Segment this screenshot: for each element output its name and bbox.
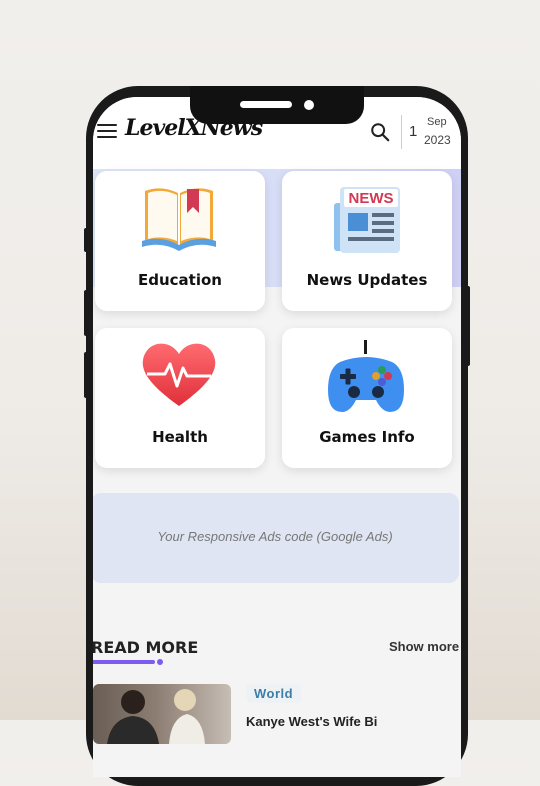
category-card-games-info[interactable]: Games Info xyxy=(282,328,452,468)
date-year: 2023 xyxy=(424,133,451,147)
newspaper-icon: NEWS xyxy=(334,187,400,253)
phone-notch xyxy=(190,86,364,124)
heading-underline xyxy=(93,660,155,664)
phone-volume-down xyxy=(84,352,88,398)
category-label: Health xyxy=(152,428,208,446)
article-category-tag[interactable]: World xyxy=(246,684,302,703)
show-more-link[interactable]: Show more xyxy=(389,639,459,654)
speaker-grille xyxy=(240,101,292,108)
date-day: 1 xyxy=(409,123,418,140)
phone-power-button xyxy=(466,286,470,366)
heart-pulse-icon xyxy=(142,343,216,406)
category-card-news-updates[interactable]: NEWS News Updates xyxy=(282,171,452,311)
phone-volume-up xyxy=(84,290,88,336)
ads-placeholder: Your Responsive Ads code (Google Ads) xyxy=(93,493,459,583)
article-title[interactable]: Kanye West's Wife Bi xyxy=(246,714,377,729)
app-screen: LevelXNews 1 Sep 2023 Education NEWS New… xyxy=(93,97,461,777)
search-icon[interactable] xyxy=(369,121,391,143)
article-thumbnail[interactable] xyxy=(93,684,231,744)
category-card-health[interactable]: Health xyxy=(95,328,265,468)
read-more-heading: READ MORE xyxy=(93,638,199,657)
date-month: Sep xyxy=(427,116,447,128)
menu-icon[interactable] xyxy=(97,124,117,140)
heading-underline-dot xyxy=(157,659,163,665)
open-book-icon xyxy=(142,188,216,251)
category-label: Education xyxy=(138,271,222,289)
ads-text: Your Responsive Ads code (Google Ads) xyxy=(157,529,393,544)
phone-side-button-left xyxy=(84,228,88,252)
category-label: News Updates xyxy=(306,271,428,289)
category-label: Games Info xyxy=(319,428,415,446)
front-camera xyxy=(304,100,314,110)
header-divider xyxy=(401,115,402,149)
newspaper-badge-text: NEWS xyxy=(349,190,394,207)
gamepad-icon xyxy=(328,340,404,412)
category-card-education[interactable]: Education xyxy=(95,171,265,311)
